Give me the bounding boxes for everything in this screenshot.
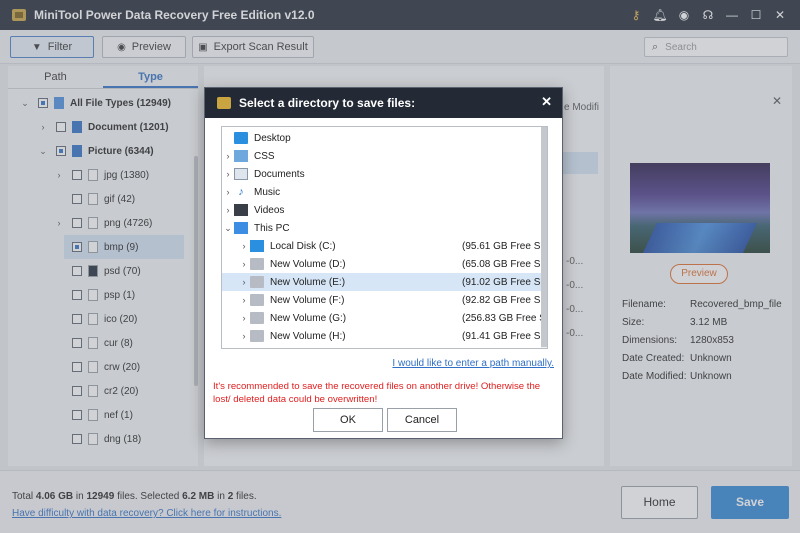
chevron-right-icon[interactable]: › [238, 313, 250, 323]
drive-icon [250, 294, 264, 306]
desktop-icon [234, 132, 248, 144]
dir-item-desktop[interactable]: Desktop [222, 129, 543, 147]
dir-item-drive[interactable]: › New Volume (F:) (92.82 GB Free Spa [222, 291, 547, 309]
directory-scrollbar[interactable] [541, 127, 547, 348]
chevron-right-icon[interactable]: › [238, 259, 250, 269]
app-logo-icon [217, 97, 231, 109]
chevron-right-icon[interactable]: › [238, 277, 250, 287]
cancel-button[interactable]: Cancel [387, 408, 457, 432]
dir-item-drive-selected[interactable]: › New Volume (E:) (91.02 GB Free Spa [222, 273, 547, 291]
drive-icon [250, 276, 264, 288]
chevron-right-icon[interactable]: › [238, 295, 250, 305]
chevron-right-icon[interactable]: › [222, 169, 234, 179]
dir-item-this-pc[interactable]: ⌄ This PC [222, 219, 543, 237]
warning-text: It's recommended to save the recovered f… [213, 381, 541, 405]
dir-item-drive[interactable]: › New Volume (G:) (256.83 GB Free Sp [222, 309, 547, 327]
directory-tree: Desktop › CSS › Documents › ♪ Music › Videos … [221, 126, 548, 349]
chevron-down-icon[interactable]: ⌄ [222, 223, 234, 234]
windows-drive-icon [250, 240, 264, 252]
dir-item-documents[interactable]: › Documents [222, 165, 543, 183]
videos-icon [234, 204, 248, 216]
ok-button[interactable]: OK [313, 408, 383, 432]
drive-icon [250, 258, 264, 270]
dir-item-videos[interactable]: › Videos [222, 201, 543, 219]
dialog-close-icon[interactable]: ✕ [541, 94, 552, 110]
dialog-title: Select a directory to save files: [239, 96, 416, 110]
user-folder-icon [234, 150, 248, 162]
dialog-title-bar: Select a directory to save files: [205, 88, 562, 118]
chevron-right-icon[interactable]: › [238, 331, 250, 341]
chevron-right-icon[interactable]: › [222, 187, 234, 197]
chevron-right-icon[interactable]: › [238, 241, 250, 251]
computer-icon [234, 222, 248, 234]
chevron-right-icon[interactable]: › [222, 151, 234, 161]
drive-icon [250, 312, 264, 324]
manual-path-link[interactable]: I would like to enter a path manually. [392, 358, 554, 369]
save-directory-dialog: Select a directory to save files: ✕ Desk… [204, 87, 563, 439]
dir-item-css[interactable]: › CSS [222, 147, 543, 165]
dir-item-drive[interactable]: › Local Disk (C:) (95.61 GB Free Spa [222, 237, 547, 255]
music-icon: ♪ [234, 186, 248, 198]
documents-icon [234, 168, 248, 180]
dir-item-music[interactable]: › ♪ Music [222, 183, 543, 201]
dir-item-drive[interactable]: › New Volume (H:) (91.41 GB Free Spa [222, 327, 547, 345]
dir-item-drive[interactable]: › New Volume (D:) (65.08 GB Free Spa [222, 255, 547, 273]
chevron-right-icon[interactable]: › [222, 205, 234, 215]
drive-icon [250, 330, 264, 342]
